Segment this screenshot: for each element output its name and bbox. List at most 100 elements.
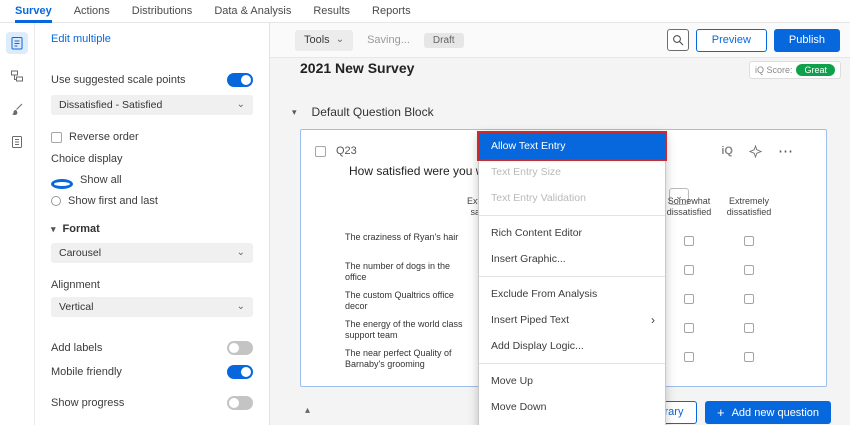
chevron-down-icon: ⌄ bbox=[335, 34, 345, 45]
topnav: Survey Actions Distributions Data & Analysi… bbox=[0, 0, 850, 23]
matrix-cell bbox=[657, 265, 721, 278]
iq-score-badge: iQ Score: Great bbox=[748, 61, 841, 79]
statement-label: The craziness of Ryan's hair bbox=[345, 232, 459, 242]
tools-label: Tools bbox=[304, 34, 330, 46]
menu-item-insert-graphic[interactable]: Insert Graphic... bbox=[479, 246, 665, 272]
matrix-checkbox[interactable] bbox=[684, 294, 694, 304]
column-header-extremely-dissatisfied: Extremely dissatisfied bbox=[726, 196, 772, 217]
menu-item-exclude-from-analysis[interactable]: Exclude From Analysis bbox=[479, 281, 665, 307]
format-section-label: Format bbox=[62, 223, 100, 235]
toggle-add-labels[interactable] bbox=[227, 341, 253, 355]
statement-label: The number of dogs in the office bbox=[345, 261, 451, 282]
triangle-down-icon: ▾ bbox=[292, 106, 297, 117]
radio-icon bbox=[51, 179, 73, 189]
setting-show-progress: Show progress bbox=[51, 396, 253, 410]
preview-button[interactable]: Preview bbox=[695, 28, 767, 52]
reverse-order-checkbox[interactable]: Reverse order bbox=[51, 131, 253, 143]
matrix-cell bbox=[657, 294, 721, 307]
menu-item-remove-scale-point[interactable]: Remove Scale Point bbox=[479, 420, 665, 425]
saving-status: Saving... bbox=[367, 34, 410, 46]
matrix-checkbox[interactable] bbox=[684, 352, 694, 362]
iq-icon[interactable]: iQ bbox=[721, 145, 733, 157]
matrix-cell bbox=[717, 323, 781, 336]
matrix-checkbox[interactable] bbox=[744, 265, 754, 275]
menu-item-text-entry-size: Text Entry Size bbox=[491, 166, 562, 178]
matrix-cell bbox=[657, 236, 721, 249]
menu-item-move-up[interactable]: Move Up bbox=[479, 368, 665, 394]
matrix-checkbox[interactable] bbox=[744, 323, 754, 333]
collapse-block-icon[interactable]: ▴ bbox=[305, 405, 310, 416]
toggle-show-progress[interactable] bbox=[227, 396, 253, 410]
question-text[interactable]: How satisfied were you with bbox=[349, 164, 497, 178]
menu-divider bbox=[479, 276, 665, 277]
block-title: Default Question Block bbox=[311, 105, 434, 119]
matrix-checkbox[interactable] bbox=[684, 236, 694, 246]
question-select-checkbox[interactable] bbox=[315, 145, 326, 157]
menu-item-allow-text-entry[interactable]: Allow Text Entry bbox=[477, 131, 667, 161]
menu-divider bbox=[479, 363, 665, 364]
matrix-checkbox[interactable] bbox=[744, 236, 754, 246]
choice-display-label: Choice display bbox=[51, 153, 123, 165]
nav-item-data-analysis[interactable]: Data & Analysis bbox=[214, 0, 291, 23]
menu-item-insert-piped-text[interactable]: Insert Piped Text › bbox=[479, 307, 665, 333]
question-id: Q23 bbox=[336, 145, 357, 157]
question-block-header[interactable]: ▾ Default Question Block bbox=[292, 105, 434, 119]
library-icon[interactable] bbox=[6, 131, 28, 153]
statement-label: The energy of the world class support te… bbox=[345, 319, 463, 340]
nav-item-reports[interactable]: Reports bbox=[372, 0, 411, 23]
setting-label: Mobile friendly bbox=[51, 366, 122, 378]
survey-flow-icon[interactable] bbox=[6, 65, 28, 87]
star-icon[interactable] bbox=[749, 144, 762, 158]
draft-badge: Draft bbox=[423, 32, 464, 48]
choice-display-options: Show all Show first and last bbox=[51, 171, 253, 207]
matrix-checkbox[interactable] bbox=[684, 323, 694, 333]
nav-item-survey[interactable]: Survey bbox=[15, 0, 52, 23]
scale-points-select[interactable]: Dissatisfied - Satisfied ⌄ bbox=[51, 95, 253, 115]
scale-points-value: Dissatisfied - Satisfied bbox=[59, 99, 163, 111]
format-select[interactable]: Carousel ⌄ bbox=[51, 243, 253, 263]
chevron-down-icon: ⌄ bbox=[236, 99, 245, 110]
suggested-scale-toggle[interactable] bbox=[227, 73, 253, 87]
format-select-value: Carousel bbox=[59, 247, 102, 259]
menu-item-add-display-logic[interactable]: Add Display Logic... bbox=[479, 333, 665, 359]
search-button[interactable] bbox=[666, 29, 689, 51]
matrix-cell bbox=[717, 294, 781, 307]
matrix-checkbox[interactable] bbox=[744, 294, 754, 304]
radio-option-show-first-and-last[interactable]: Show first and last bbox=[51, 195, 253, 207]
publish-button[interactable]: Publish bbox=[773, 28, 840, 52]
radio-label: Show first and last bbox=[68, 195, 158, 207]
radio-option-show-all[interactable]: Show all bbox=[51, 171, 253, 189]
checkbox-icon bbox=[51, 131, 62, 143]
menu-item-move-down[interactable]: Move Down bbox=[479, 394, 665, 420]
add-question-label: Add new question bbox=[731, 406, 820, 419]
radio-label: Show all bbox=[80, 174, 122, 186]
plus-icon: + bbox=[717, 405, 725, 420]
tools-button[interactable]: Tools ⌄ bbox=[295, 29, 354, 51]
matrix-checkbox[interactable] bbox=[684, 265, 694, 275]
menu-item-rich-content-editor[interactable]: Rich Content Editor bbox=[479, 220, 665, 246]
edit-multiple-link[interactable]: Edit multiple bbox=[51, 33, 253, 45]
survey-builder-icon[interactable] bbox=[6, 32, 28, 54]
main-area: Tools ⌄ Saving... Draft Preview Publish … bbox=[270, 23, 850, 425]
icon-rail bbox=[0, 23, 35, 425]
add-new-question-button[interactable]: + Add new question bbox=[705, 401, 832, 424]
format-section-header[interactable]: ▾ Format bbox=[51, 223, 253, 235]
look-and-feel-icon[interactable] bbox=[6, 98, 28, 120]
nav-item-actions[interactable]: Actions bbox=[74, 0, 110, 23]
context-menu: Allow Text Entry Text Entry Size Text Entr… bbox=[477, 131, 667, 425]
menu-divider bbox=[479, 215, 665, 216]
more-options-icon[interactable]: ⋯ bbox=[778, 142, 794, 160]
nav-item-results[interactable]: Results bbox=[313, 0, 350, 23]
reverse-order-label: Reverse order bbox=[69, 131, 139, 143]
suggested-scale-setting: Use suggested scale points bbox=[51, 73, 253, 87]
alignment-label: Alignment bbox=[51, 279, 100, 291]
survey-title: 2021 New Survey bbox=[300, 60, 415, 76]
matrix-cell bbox=[717, 352, 781, 365]
statement-label: The custom Qualtrics office decor bbox=[345, 290, 454, 311]
question-options-panel: Edit multiple Use suggested scale points… bbox=[35, 23, 270, 425]
nav-item-distributions[interactable]: Distributions bbox=[132, 0, 193, 23]
matrix-checkbox[interactable] bbox=[744, 352, 754, 362]
alignment-select[interactable]: Vertical ⌄ bbox=[51, 297, 253, 317]
triangle-down-icon: ▾ bbox=[51, 223, 56, 234]
toggle-mobile-friendly[interactable] bbox=[227, 365, 253, 379]
